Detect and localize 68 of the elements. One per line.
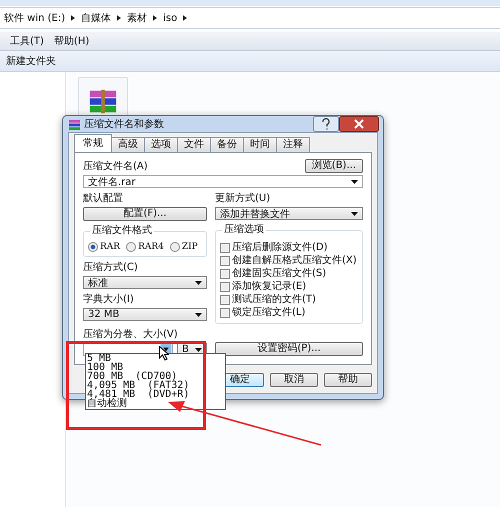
breadcrumb-item[interactable]: 素材 — [127, 11, 148, 25]
breadcrumb-arrow-icon[interactable] — [183, 15, 188, 21]
tab[interactable]: 注释 — [276, 137, 310, 152]
dictionary-dropdown[interactable]: 32 MB — [83, 308, 207, 321]
checkbox-option[interactable]: 添加恢复记录(E) — [220, 280, 358, 293]
dropdown-arrow-icon[interactable] — [195, 280, 202, 284]
checkbox-option[interactable]: 创建自解压格式压缩文件(X) — [220, 254, 358, 267]
breadcrumb-item[interactable]: iso — [163, 12, 178, 24]
radio-button[interactable] — [126, 242, 136, 252]
field-label: 默认配置 — [83, 193, 124, 205]
checkbox-option[interactable]: 测试压缩的文件(T) — [220, 293, 358, 306]
group-label: 压缩选项 — [222, 224, 266, 236]
checkbox[interactable] — [220, 268, 230, 278]
radio-option[interactable]: RAR — [88, 242, 120, 252]
field-label: 字典大小(I) — [83, 294, 135, 306]
update-dropdown[interactable]: 添加并替换文件 — [215, 207, 363, 220]
method-dropdown[interactable]: 标准 — [83, 276, 207, 289]
dialog-button[interactable]: 取消 — [270, 373, 318, 387]
checkbox-option[interactable]: 锁定压缩文件(L) — [220, 306, 358, 319]
tab[interactable]: 备份 — [210, 137, 244, 152]
address-bar[interactable]: 软件 win (E:) 自媒体 素材 iso — [0, 7, 500, 29]
breadcrumb-arrow-icon[interactable] — [117, 15, 122, 21]
checkbox[interactable] — [220, 242, 230, 252]
tab[interactable]: 时间 — [243, 137, 277, 152]
checkbox[interactable] — [220, 294, 230, 304]
dropdown-option[interactable]: 自动检测 — [87, 399, 224, 408]
browse-button[interactable]: 浏览(B)... — [304, 158, 363, 172]
tab[interactable]: 选项 — [144, 137, 178, 152]
dropdown-arrow-icon[interactable] — [195, 348, 202, 352]
archive-books-icon — [88, 89, 118, 115]
breadcrumb-item[interactable]: 自媒体 — [81, 11, 112, 25]
checkbox[interactable] — [220, 256, 230, 266]
tab[interactable]: 常规 — [74, 134, 112, 152]
breadcrumb-item[interactable]: 软件 win (E:) — [4, 11, 66, 25]
dropdown-option[interactable]: 4,481 MB (DVD+R) — [87, 390, 224, 399]
breadcrumb-arrow-icon[interactable] — [153, 15, 158, 21]
checkbox-option[interactable]: 压缩后删除源文件(D) — [220, 241, 358, 254]
field-label: 压缩为分卷、大小(V) — [83, 329, 179, 341]
password-button[interactable]: 设置密码(P)... — [215, 342, 363, 356]
tab[interactable]: 文件 — [177, 137, 211, 152]
checkbox-option[interactable]: 创建固实压缩文件(S) — [220, 267, 358, 280]
field-label: 更新方式(U) — [215, 193, 272, 205]
dropdown-option[interactable]: 5 MB — [87, 354, 224, 363]
menu-item[interactable]: 帮助(H) — [54, 34, 90, 48]
breadcrumb-arrow-icon[interactable] — [71, 15, 76, 21]
profile-button[interactable]: 配置(F)... — [83, 207, 207, 221]
dropdown-arrow-icon[interactable] — [351, 212, 358, 216]
dropdown-arrow-icon[interactable] — [195, 312, 202, 316]
checkbox[interactable] — [220, 282, 230, 292]
radio-button[interactable] — [88, 242, 98, 252]
radio-option[interactable]: RAR4 — [126, 242, 164, 252]
archive-books-icon — [69, 118, 80, 130]
filename-field[interactable]: 文件名.rar — [83, 175, 363, 188]
menu-item[interactable]: 工具(T) — [10, 34, 44, 48]
tab[interactable]: 高级 — [111, 137, 145, 152]
help-icon[interactable] — [313, 116, 339, 132]
checkbox[interactable] — [220, 308, 230, 318]
dropdown-arrow-icon[interactable] — [351, 180, 358, 184]
field-label: 压缩文件名(A) — [83, 161, 148, 173]
dropdown-option[interactable]: 100 MB — [87, 363, 224, 372]
radio-option[interactable]: ZIP — [170, 242, 198, 252]
close-icon[interactable] — [339, 116, 379, 132]
dialog-button[interactable]: 帮助 — [324, 373, 372, 387]
dialog-title: 压缩文件名和参数 — [84, 118, 165, 131]
toolbar-button[interactable]: 新建文件夹 — [6, 54, 56, 68]
radio-button[interactable] — [170, 242, 180, 252]
field-label: 压缩方式(C) — [83, 262, 139, 274]
group-label: 压缩文件格式 — [90, 225, 154, 237]
